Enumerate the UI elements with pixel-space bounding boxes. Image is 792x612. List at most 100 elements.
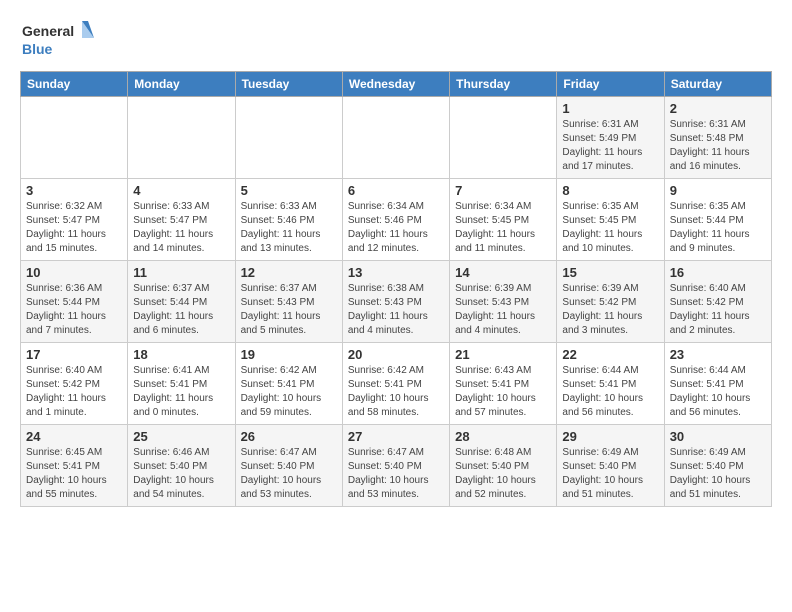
svg-text:Blue: Blue [22, 41, 53, 57]
day-number: 10 [26, 265, 122, 280]
calendar-cell: 20 Sunrise: 6:42 AM Sunset: 5:41 PM Dayli… [342, 343, 449, 425]
day-info: Sunrise: 6:49 AM Sunset: 5:40 PM Dayligh… [670, 446, 766, 502]
calendar-cell [235, 97, 342, 179]
day-info: Sunrise: 6:42 AM Sunset: 5:41 PM Dayligh… [241, 364, 337, 420]
weekday-header-tuesday: Tuesday [235, 72, 342, 97]
calendar-cell: 11Sunrise: 6:37 AM Sunset: 5:44 PM Dayli… [128, 261, 235, 343]
day-info: Sunrise: 6:31 AM Sunset: 5:49 PM Dayligh… [562, 118, 658, 174]
day-number: 30 [670, 429, 766, 444]
day-info: Sunrise: 6:33 AM Sunset: 5:46 PM Dayligh… [241, 200, 337, 256]
day-number: 5 [241, 183, 337, 198]
calendar-cell: 10Sunrise: 6:36 AM Sunset: 5:44 PM Dayli… [21, 261, 128, 343]
day-number: 26 [241, 429, 337, 444]
calendar-week-row: 10Sunrise: 6:36 AM Sunset: 5:44 PM Dayli… [21, 261, 772, 343]
calendar-week-row: 17 Sunrise: 6:40 AM Sunset: 5:42 PM Dayli… [21, 343, 772, 425]
day-info: Sunrise: 6:39 AM Sunset: 5:42 PM Dayligh… [562, 282, 658, 338]
calendar-cell: 13Sunrise: 6:38 AM Sunset: 5:43 PM Dayli… [342, 261, 449, 343]
day-number: 6 [348, 183, 444, 198]
day-info: Sunrise: 6:38 AM Sunset: 5:43 PM Dayligh… [348, 282, 444, 338]
day-info: Sunrise: 6:48 AM Sunset: 5:40 PM Dayligh… [455, 446, 551, 502]
day-number: 15 [562, 265, 658, 280]
day-number: 1 [562, 101, 658, 116]
day-number: 16 [670, 265, 766, 280]
weekday-header-monday: Monday [128, 72, 235, 97]
day-number: 27 [348, 429, 444, 444]
day-number: 29 [562, 429, 658, 444]
calendar-cell: 7Sunrise: 6:34 AM Sunset: 5:45 PM Daylig… [450, 179, 557, 261]
day-info: Sunrise: 6:35 AM Sunset: 5:44 PM Dayligh… [670, 200, 766, 256]
day-number: 24 [26, 429, 122, 444]
calendar-cell: 1 Sunrise: 6:31 AM Sunset: 5:49 PM Daylig… [557, 97, 664, 179]
day-info: Sunrise: 6:46 AM Sunset: 5:40 PM Dayligh… [133, 446, 229, 502]
calendar-cell: 18 Sunrise: 6:41 AM Sunset: 5:41 PM Dayli… [128, 343, 235, 425]
logo: General Blue [20, 16, 100, 61]
calendar-cell [128, 97, 235, 179]
calendar-cell: 8Sunrise: 6:35 AM Sunset: 5:45 PM Daylig… [557, 179, 664, 261]
day-number: 7 [455, 183, 551, 198]
day-info: Sunrise: 6:43 AM Sunset: 5:41 PM Dayligh… [455, 364, 551, 420]
day-number: 22 [562, 347, 658, 362]
calendar-cell: 29 Sunrise: 6:49 AM Sunset: 5:40 PM Dayli… [557, 425, 664, 507]
day-info: Sunrise: 6:45 AM Sunset: 5:41 PM Dayligh… [26, 446, 122, 502]
calendar-week-row: 24 Sunrise: 6:45 AM Sunset: 5:41 PM Dayli… [21, 425, 772, 507]
calendar-cell: 26 Sunrise: 6:47 AM Sunset: 5:40 PM Dayli… [235, 425, 342, 507]
calendar-week-row: 3 Sunrise: 6:32 AM Sunset: 5:47 PM Daylig… [21, 179, 772, 261]
page-header: General Blue [20, 16, 772, 61]
calendar-cell: 28 Sunrise: 6:48 AM Sunset: 5:40 PM Dayli… [450, 425, 557, 507]
day-info: Sunrise: 6:32 AM Sunset: 5:47 PM Dayligh… [26, 200, 122, 256]
day-info: Sunrise: 6:40 AM Sunset: 5:42 PM Dayligh… [670, 282, 766, 338]
day-number: 3 [26, 183, 122, 198]
calendar-week-row: 1 Sunrise: 6:31 AM Sunset: 5:49 PM Daylig… [21, 97, 772, 179]
day-number: 28 [455, 429, 551, 444]
calendar-cell: 15 Sunrise: 6:39 AM Sunset: 5:42 PM Dayli… [557, 261, 664, 343]
calendar-cell: 22Sunrise: 6:44 AM Sunset: 5:41 PM Dayli… [557, 343, 664, 425]
day-info: Sunrise: 6:35 AM Sunset: 5:45 PM Dayligh… [562, 200, 658, 256]
weekday-header-saturday: Saturday [664, 72, 771, 97]
calendar-cell: 21 Sunrise: 6:43 AM Sunset: 5:41 PM Dayli… [450, 343, 557, 425]
day-info: Sunrise: 6:42 AM Sunset: 5:41 PM Dayligh… [348, 364, 444, 420]
day-info: Sunrise: 6:40 AM Sunset: 5:42 PM Dayligh… [26, 364, 122, 420]
day-info: Sunrise: 6:37 AM Sunset: 5:43 PM Dayligh… [241, 282, 337, 338]
calendar-cell: 2 Sunrise: 6:31 AM Sunset: 5:48 PM Daylig… [664, 97, 771, 179]
day-info: Sunrise: 6:41 AM Sunset: 5:41 PM Dayligh… [133, 364, 229, 420]
calendar-cell: 19 Sunrise: 6:42 AM Sunset: 5:41 PM Dayli… [235, 343, 342, 425]
logo-svg: General Blue [20, 16, 100, 61]
day-number: 17 [26, 347, 122, 362]
day-info: Sunrise: 6:34 AM Sunset: 5:46 PM Dayligh… [348, 200, 444, 256]
calendar-cell [450, 97, 557, 179]
day-number: 18 [133, 347, 229, 362]
day-number: 19 [241, 347, 337, 362]
calendar-cell: 14Sunrise: 6:39 AM Sunset: 5:43 PM Dayli… [450, 261, 557, 343]
day-info: Sunrise: 6:31 AM Sunset: 5:48 PM Dayligh… [670, 118, 766, 174]
day-number: 20 [348, 347, 444, 362]
calendar-cell: 6 Sunrise: 6:34 AM Sunset: 5:46 PM Daylig… [342, 179, 449, 261]
day-info: Sunrise: 6:39 AM Sunset: 5:43 PM Dayligh… [455, 282, 551, 338]
calendar-cell: 16 Sunrise: 6:40 AM Sunset: 5:42 PM Dayli… [664, 261, 771, 343]
calendar-cell: 17 Sunrise: 6:40 AM Sunset: 5:42 PM Dayli… [21, 343, 128, 425]
weekday-header-sunday: Sunday [21, 72, 128, 97]
day-info: Sunrise: 6:33 AM Sunset: 5:47 PM Dayligh… [133, 200, 229, 256]
svg-text:General: General [22, 23, 74, 39]
day-number: 4 [133, 183, 229, 198]
day-number: 21 [455, 347, 551, 362]
day-number: 25 [133, 429, 229, 444]
day-info: Sunrise: 6:49 AM Sunset: 5:40 PM Dayligh… [562, 446, 658, 502]
calendar-cell: 30 Sunrise: 6:49 AM Sunset: 5:40 PM Dayli… [664, 425, 771, 507]
calendar-cell: 25 Sunrise: 6:46 AM Sunset: 5:40 PM Dayli… [128, 425, 235, 507]
calendar-cell [21, 97, 128, 179]
day-number: 2 [670, 101, 766, 116]
calendar-header-row: SundayMondayTuesdayWednesdayThursdayFrid… [21, 72, 772, 97]
weekday-header-wednesday: Wednesday [342, 72, 449, 97]
day-number: 11 [133, 265, 229, 280]
calendar-cell: 5 Sunrise: 6:33 AM Sunset: 5:46 PM Daylig… [235, 179, 342, 261]
weekday-header-thursday: Thursday [450, 72, 557, 97]
calendar-cell: 12 Sunrise: 6:37 AM Sunset: 5:43 PM Dayli… [235, 261, 342, 343]
day-number: 12 [241, 265, 337, 280]
calendar-cell: 3 Sunrise: 6:32 AM Sunset: 5:47 PM Daylig… [21, 179, 128, 261]
day-info: Sunrise: 6:47 AM Sunset: 5:40 PM Dayligh… [241, 446, 337, 502]
weekday-header-friday: Friday [557, 72, 664, 97]
calendar-cell: 24 Sunrise: 6:45 AM Sunset: 5:41 PM Dayli… [21, 425, 128, 507]
calendar-cell: 4 Sunrise: 6:33 AM Sunset: 5:47 PM Daylig… [128, 179, 235, 261]
calendar-cell: 23Sunrise: 6:44 AM Sunset: 5:41 PM Dayli… [664, 343, 771, 425]
day-number: 9 [670, 183, 766, 198]
